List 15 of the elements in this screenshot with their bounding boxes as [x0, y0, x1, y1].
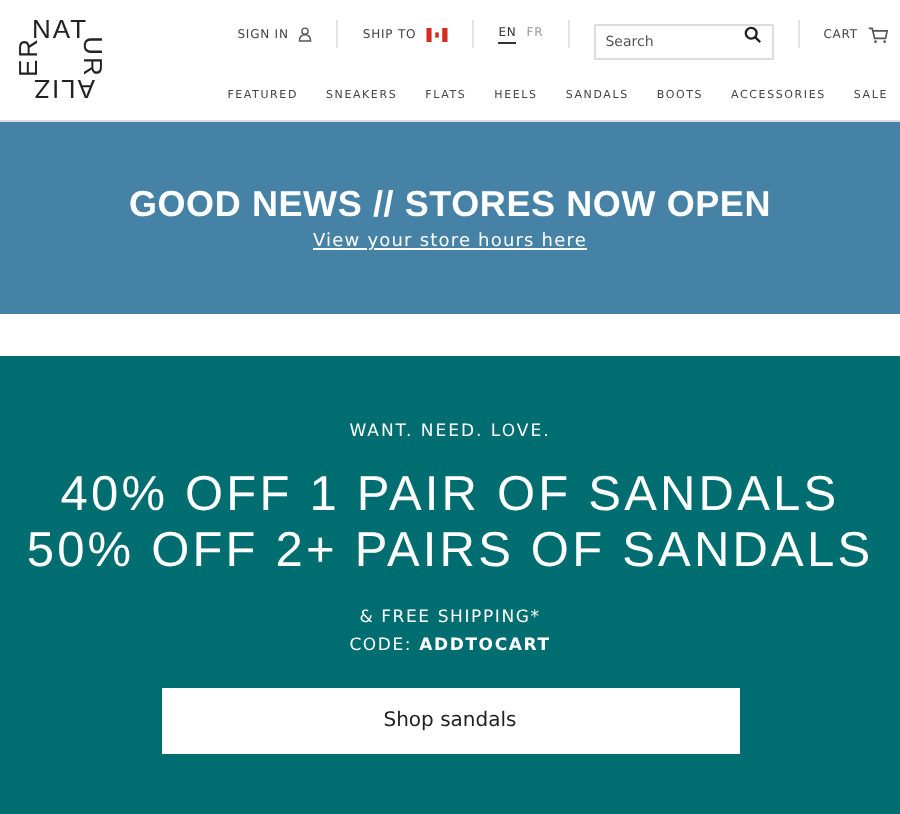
promo-code: CODE: ADDTOCART — [349, 634, 551, 660]
logo-text[interactable]: UR — [80, 36, 107, 78]
user-icon — [298, 26, 313, 42]
shipping-text: & FREE SHIPPING* — [359, 606, 541, 632]
promo-headline: 50% OFF 2+ PAIRS OF SANDALS — [26, 524, 874, 580]
store-hours-link[interactable]: View your store hours here — [313, 232, 587, 252]
flag-icon — [426, 27, 449, 41]
shop-sandals-button[interactable]: Shop sandals — [161, 688, 739, 754]
banner-title: GOOD NEWS // STORES NOW OPEN — [128, 184, 772, 226]
logo-text[interactable]: ALIZ — [32, 76, 95, 102]
promo-eyebrow: WANT. NEED. LOVE. — [349, 422, 551, 442]
cart-icon[interactable] — [868, 25, 888, 43]
search-icon[interactable] — [743, 25, 762, 43]
promo-headline: 40% OFF 1 PAIR OF SANDALS — [60, 468, 840, 524]
logo-text[interactable]: ER — [15, 36, 42, 78]
